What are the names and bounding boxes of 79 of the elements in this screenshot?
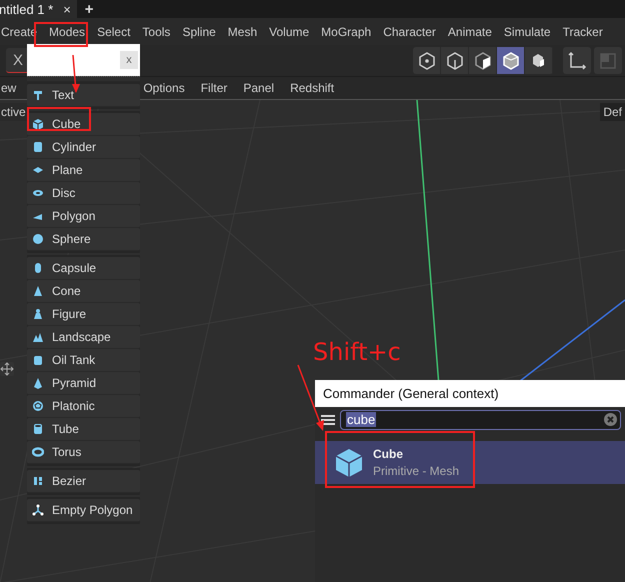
menu-entry[interactable]: Capsule bbox=[27, 257, 140, 280]
menu-entry[interactable]: Polygon bbox=[27, 205, 140, 228]
menu-item[interactable]: Character bbox=[383, 22, 436, 40]
menu-entry[interactable]: Cone bbox=[27, 280, 140, 303]
menu-entry[interactable]: Pyramid bbox=[27, 372, 140, 395]
object-icon bbox=[32, 400, 44, 412]
menu-entry[interactable]: Cube bbox=[27, 113, 140, 136]
document-tab[interactable]: ntitled 1 * × bbox=[0, 0, 77, 18]
menu-item[interactable]: Spline bbox=[182, 22, 216, 40]
object-icon bbox=[32, 164, 44, 176]
object-icon bbox=[32, 504, 44, 516]
viewport-menu-item[interactable]: Redshift bbox=[290, 81, 334, 95]
menu-item[interactable]: Select bbox=[97, 22, 130, 40]
clear-button[interactable]: x bbox=[120, 51, 138, 69]
menu-entry[interactable]: Oil Tank bbox=[27, 349, 140, 372]
result-subtitle: Primitive - Mesh bbox=[373, 464, 460, 478]
object-icon bbox=[32, 446, 44, 458]
annotation-arrow bbox=[72, 54, 80, 93]
mode-button[interactable] bbox=[497, 47, 525, 74]
viewport-label: ctive bbox=[0, 103, 29, 121]
add-tab-button[interactable]: + bbox=[76, 0, 102, 18]
menu-icon[interactable] bbox=[321, 414, 335, 426]
menu-entry[interactable]: Text bbox=[27, 84, 140, 107]
hexagon-icon bbox=[416, 50, 436, 70]
clear-icon[interactable] bbox=[604, 413, 617, 426]
viewport-label: Def bbox=[600, 103, 625, 121]
move-icon[interactable] bbox=[0, 362, 14, 376]
object-icon bbox=[32, 262, 44, 274]
axis-button[interactable] bbox=[563, 47, 591, 74]
menu-item[interactable]: Modes bbox=[49, 22, 86, 40]
menu-item[interactable]: Mesh bbox=[228, 22, 258, 40]
viewport-menu-item[interactable]: Filter bbox=[200, 81, 228, 95]
viewport-menu-item[interactable]: Options bbox=[143, 81, 185, 95]
menu-item[interactable]: Volume bbox=[269, 22, 310, 40]
menu-item[interactable]: Simulate bbox=[504, 22, 551, 40]
menu-entry[interactable]: Sphere bbox=[27, 228, 140, 251]
object-icon bbox=[32, 141, 44, 153]
menu-entry[interactable]: Figure bbox=[27, 303, 140, 326]
object-icon bbox=[32, 331, 44, 343]
menu-item[interactable]: Tracker bbox=[562, 22, 603, 40]
menu-entry[interactable]: Torus bbox=[27, 441, 140, 464]
axis-icon bbox=[567, 50, 587, 70]
result-title: Cube bbox=[373, 447, 404, 461]
menu-entry[interactable]: Bezier bbox=[27, 470, 140, 493]
viewport-menu-item[interactable]: Panel bbox=[243, 81, 274, 95]
object-icon bbox=[32, 354, 44, 366]
square-icon bbox=[598, 50, 618, 70]
annotation-text: Shift+c bbox=[313, 338, 401, 366]
menu-entry[interactable]: Disc bbox=[27, 182, 140, 205]
search-field[interactable]: x bbox=[27, 44, 140, 76]
menu-entry[interactable]: Plane bbox=[27, 159, 140, 182]
command-result[interactable]: Cube Primitive - Mesh bbox=[315, 441, 625, 484]
object-icon bbox=[32, 118, 44, 130]
menu-entry[interactable]: Platonic bbox=[27, 395, 140, 418]
menu-entry[interactable]: Tube bbox=[27, 418, 140, 441]
object-icon bbox=[32, 285, 44, 297]
highlight-frame bbox=[27, 107, 91, 131]
hexagon-icon bbox=[444, 50, 464, 70]
menu-entry[interactable]: Landscape bbox=[27, 326, 140, 349]
close-tab-button[interactable]: × bbox=[63, 2, 71, 16]
menu-entry[interactable]: Cylinder bbox=[27, 136, 140, 159]
hexagon-icon bbox=[472, 50, 492, 70]
menu-item[interactable]: MoGraph bbox=[321, 22, 372, 40]
object-icon bbox=[32, 377, 44, 389]
menu-entry[interactable]: Empty Polygon bbox=[27, 499, 140, 522]
menu-item[interactable]: Animate bbox=[448, 22, 492, 40]
cube-icon bbox=[335, 448, 363, 478]
object-icon bbox=[32, 475, 44, 487]
object-icon bbox=[32, 308, 44, 320]
viewport-menu-item[interactable]: ew bbox=[1, 81, 16, 95]
object-icon bbox=[32, 233, 44, 245]
commander-title: Commander (General context) bbox=[315, 380, 625, 407]
menu-item[interactable]: Tools bbox=[142, 22, 170, 40]
search-field[interactable]: cube bbox=[340, 410, 621, 430]
object-icon bbox=[32, 89, 44, 101]
object-icon bbox=[32, 187, 44, 199]
annotation-arrow bbox=[297, 364, 324, 431]
hexagon-icon bbox=[500, 50, 520, 70]
object-icon bbox=[32, 423, 44, 435]
